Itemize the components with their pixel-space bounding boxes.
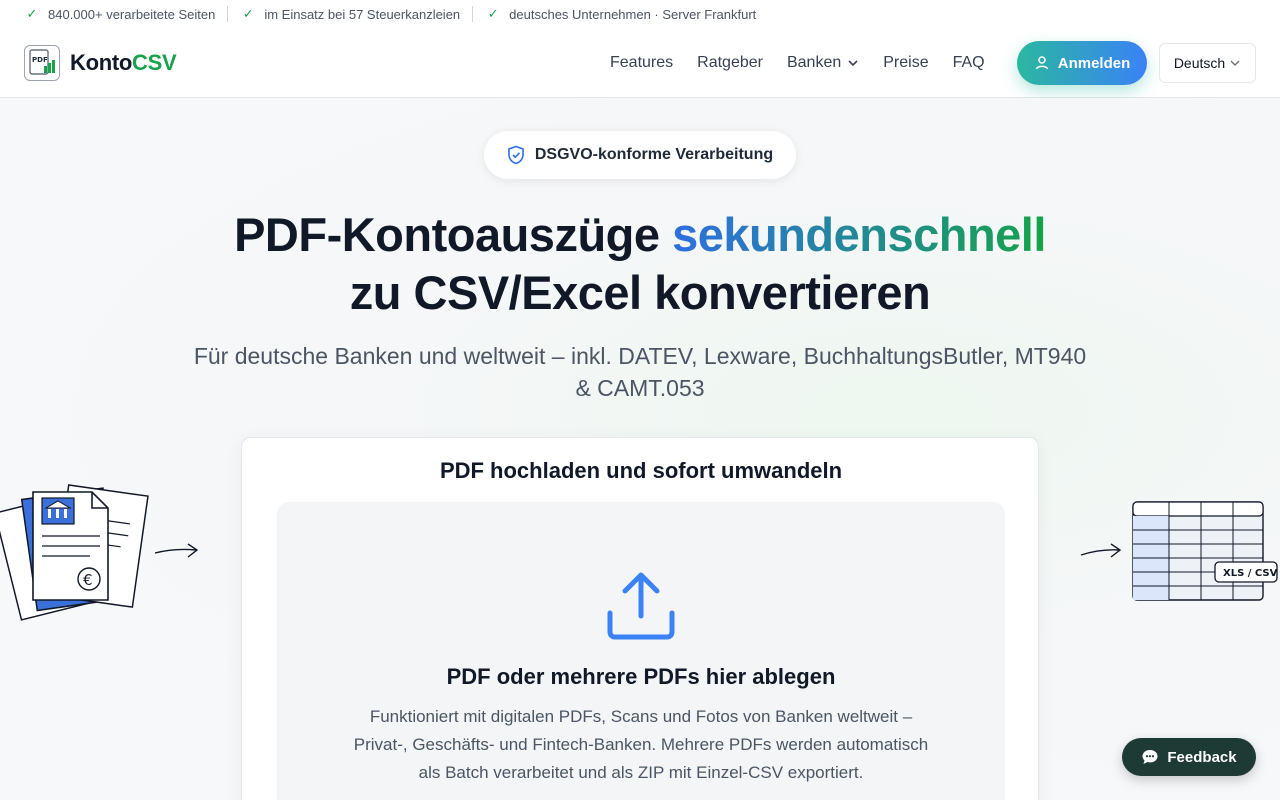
xls-csv-tag: XLS / CSV [1223, 568, 1278, 579]
check-icon: ✓ [26, 6, 38, 21]
hero-headline: PDF-Kontoauszüge sekundenschnell zu CSV/… [234, 208, 1046, 319]
hero-subline: Für deutsche Banken und weltweit – inkl.… [193, 343, 1087, 401]
nav-banken[interactable]: Banken [787, 54, 859, 72]
nav-ratgeber[interactable]: Ratgeber [697, 54, 763, 72]
dropzone-description: Funktioniert mit digitalen PDFs, Scans u… [353, 707, 929, 782]
feedback-button[interactable]: Feedback [1122, 738, 1256, 776]
bank-statement-illustration: € [0, 480, 210, 625]
upload-icon [607, 572, 675, 640]
trust-bar: ✓ 840.000+ verarbeitete Seiten ✓ im Eins… [0, 0, 1280, 28]
logo[interactable]: PDF KontoCSV [24, 45, 177, 81]
site-header: PDF KontoCSV Features Ratgeber Banken Pr… [0, 28, 1280, 98]
dropzone-title: PDF oder mehrere PDFs hier ablegen [446, 664, 836, 689]
chat-bubble-icon [1142, 750, 1158, 764]
trust-text: deutsches Unternehmen · Server Frankfurt [509, 6, 757, 22]
logo-wordmark: KontoCSV [70, 50, 177, 75]
language-select[interactable]: Deutsch [1159, 43, 1256, 83]
divider [227, 6, 229, 22]
shield-check-icon [508, 145, 524, 165]
trust-item-pages: ✓ 840.000+ verarbeitete Seiten [24, 6, 216, 22]
upload-card-title: PDF hochladen und sofort umwandeln [439, 458, 843, 483]
euro-symbol: € [83, 571, 93, 589]
trust-text: im Einsatz bei 57 Steuerkanzleien [264, 6, 461, 22]
gdpr-badge: DSGVO-konforme Verarbeitung [484, 131, 796, 179]
nav-features[interactable]: Features [610, 54, 673, 72]
nav-faq[interactable]: FAQ [953, 54, 985, 72]
nav-preise[interactable]: Preise [883, 54, 928, 72]
spreadsheet-illustration: XLS / CSV [1075, 497, 1280, 607]
pdf-dropzone[interactable]: PDF oder mehrere PDFs hier ablegen Funkt… [277, 502, 1005, 800]
trust-text: 840.000+ verarbeitete Seiten [48, 6, 216, 22]
user-icon [1035, 56, 1048, 70]
divider [472, 6, 474, 22]
chevron-down-icon [848, 60, 858, 67]
upload-card: PDF hochladen und sofort umwandeln PDF o… [241, 437, 1039, 800]
main-nav: Features Ratgeber Banken Preise FAQ [610, 28, 985, 98]
logo-icon-text: PDF [32, 56, 48, 64]
check-icon: ✓ [242, 6, 254, 21]
trust-item-company: ✓ deutsches Unternehmen · Server Frankfu… [485, 6, 757, 22]
pdf-chart-icon: PDF [24, 45, 60, 81]
check-icon: ✓ [487, 6, 499, 21]
trust-item-firms: ✓ im Einsatz bei 57 Steuerkanzleien [240, 6, 460, 22]
login-button[interactable]: Anmelden [1017, 41, 1147, 85]
chevron-down-icon [1230, 60, 1240, 66]
headline-highlight: sekundenschnell [672, 208, 1046, 261]
